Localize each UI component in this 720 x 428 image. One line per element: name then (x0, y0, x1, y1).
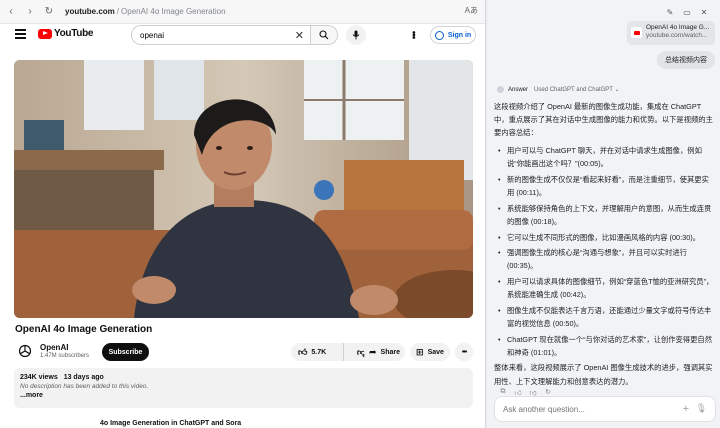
user-message: 总结视频内容 (657, 51, 715, 69)
search-button[interactable] (311, 25, 338, 45)
new-chat-icon[interactable]: ✎ (663, 5, 677, 19)
url-domain[interactable]: youtube.com (65, 7, 115, 16)
browser-toolbar: ‹ › ↻ youtube.com / OpenAI 4o Image Gene… (0, 0, 485, 24)
upload-age: 13 days ago (63, 374, 104, 381)
youtube-favicon-icon (631, 27, 642, 38)
answer-header: Answer Used ChatGPT and ChatGPT ⌄ (497, 86, 620, 93)
list-item: 用户可以与 ChatGPT 聊天，并在对话中请求生成图像，例如说“你能画出这个吗… (494, 144, 716, 170)
like-count: 5.7K (311, 348, 327, 356)
share-button[interactable]: ➦ Share (364, 343, 405, 361)
list-item: 用户可以请求具体的图像细节，例如“穿蓝色T恤的亚洲研究员”，系统能准确生成 (0… (494, 275, 716, 301)
search-icon (319, 30, 329, 40)
back-icon[interactable]: ‹ (3, 4, 19, 20)
list-item: ChatGPT 现在就像一个“与你对话的艺术家”，让创作变得更自然和神奇 (01… (494, 333, 716, 359)
channel-row: OpenAI 1.47M subscribers Subscribe 👍︎ 5.… (15, 341, 475, 363)
list-item: 强调图像生成的核心是“沟通与想象”，并且可以实时进行 (00:35)。 (494, 246, 716, 272)
voice-search-button[interactable] (346, 25, 366, 45)
menu-icon[interactable] (15, 29, 26, 39)
reader-mode-icon[interactable]: Aあ (465, 5, 478, 16)
panel-toolbar: ✎ ▭ ✕ (660, 5, 711, 19)
video-frame (14, 60, 473, 318)
forward-icon[interactable]: › (22, 4, 38, 20)
youtube-header: YouTube ✕ ••• Sign in (0, 24, 485, 46)
more-horizontal-icon: ••• (461, 348, 467, 356)
channel-avatar[interactable] (17, 343, 33, 359)
ask-input[interactable] (503, 404, 663, 414)
subscriber-count: 1.47M subscribers (40, 353, 90, 359)
more-actions-button[interactable]: ••• (455, 343, 473, 361)
list-item: 图像生成不仅能表达千言万语，还能通过少量文字或符号传达丰富的视觉信息 (00:5… (494, 304, 716, 330)
answer-icon (497, 86, 504, 93)
save-icon: ⊞ (416, 346, 424, 357)
url-page-title[interactable]: OpenAI 4o Image Generation (121, 7, 226, 16)
share-label: Share (380, 348, 400, 356)
settings-more-icon[interactable]: ••• (407, 31, 418, 39)
search-input[interactable] (140, 30, 280, 40)
answer-source-toggle[interactable]: Used ChatGPT and ChatGPT ⌄ (534, 86, 620, 93)
close-icon[interactable]: ✕ (697, 5, 711, 19)
youtube-logo[interactable]: YouTube (38, 28, 94, 39)
list-item: 系统能够保持角色的上下文，并理解用户的意图，从而生成连贯的图像 (00:18)。 (494, 202, 716, 228)
description-box[interactable]: 234K views 13 days ago No description ha… (14, 368, 473, 408)
tab-card-title: OpenAI 4o Image G... (646, 24, 710, 31)
view-count: 234K views (20, 374, 58, 381)
share-icon: ➦ (368, 346, 377, 357)
list-item: 新的图像生成不仅仅是“看起来好看”，而是注重细节，使其更实用 (00:11)。 (494, 173, 716, 199)
show-more-link[interactable]: ...more (20, 392, 467, 399)
sign-in-label: Sign in (447, 31, 472, 39)
microphone-icon[interactable]: 🎙︎ (696, 403, 707, 414)
clear-search-icon[interactable]: ✕ (295, 29, 304, 42)
context-tab-card[interactable]: OpenAI 4o Image G... youtube.com/watch..… (627, 21, 715, 45)
save-button[interactable]: ⊞ Save (410, 343, 450, 361)
video-player[interactable] (14, 60, 473, 318)
answer-intro: 这段视频介绍了 OpenAI 最新的图像生成功能，集成在 ChatGPT 中，重… (494, 102, 713, 138)
account-icon (434, 30, 444, 40)
like-button[interactable]: 👍︎ 5.7K (291, 343, 344, 361)
sign-in-button[interactable]: Sign in (430, 26, 476, 44)
answer-conclusion: 整体来看，这段视频展示了 OpenAI 图像生成技术的进步，强调其实用性、上下文… (494, 363, 713, 386)
youtube-logo-icon (38, 28, 52, 39)
ask-box[interactable]: + 🎙︎ (494, 396, 716, 422)
next-video-title[interactable]: 4o Image Generation in ChatGPT and Sora (100, 420, 241, 427)
answer-label: Answer (508, 86, 529, 93)
tab-card-url: youtube.com/watch... (646, 32, 708, 39)
youtube-logo-text: YouTube (54, 28, 94, 39)
answer-body: 这段视频介绍了 OpenAI 最新的图像生成功能，集成在 ChatGPT 中，重… (494, 100, 716, 393)
video-title: OpenAI 4o Image Generation (15, 324, 153, 335)
list-item: 它可以生成不同形式的图像，比如漫画风格的内容 (00:30)。 (494, 231, 716, 244)
subscribe-button[interactable]: Subscribe (102, 343, 149, 361)
add-icon[interactable]: + (683, 403, 689, 415)
microphone-icon (352, 30, 360, 40)
assistant-panel: ✎ ▭ ✕ OpenAI 4o Image G... youtube.com/w… (487, 0, 720, 428)
answer-bullet-list: 用户可以与 ChatGPT 聊天，并在对话中请求生成图像，例如说“你能画出这个吗… (494, 144, 716, 359)
thumbs-up-icon: 👍︎ (298, 346, 308, 357)
channel-name[interactable]: OpenAI (40, 343, 68, 352)
save-label: Save (427, 348, 444, 356)
browser-window: ‹ › ↻ youtube.com / OpenAI 4o Image Gene… (0, 0, 486, 428)
reload-icon[interactable]: ↻ (41, 4, 57, 20)
openai-logo-icon (18, 344, 32, 358)
video-meta: 234K views 13 days ago (20, 374, 467, 381)
sidebar-toggle-icon[interactable]: ▭ (680, 5, 694, 19)
description-text: No description has been added to this vi… (20, 383, 149, 390)
url-separator: / (116, 7, 120, 16)
search-box[interactable]: ✕ (131, 25, 311, 45)
